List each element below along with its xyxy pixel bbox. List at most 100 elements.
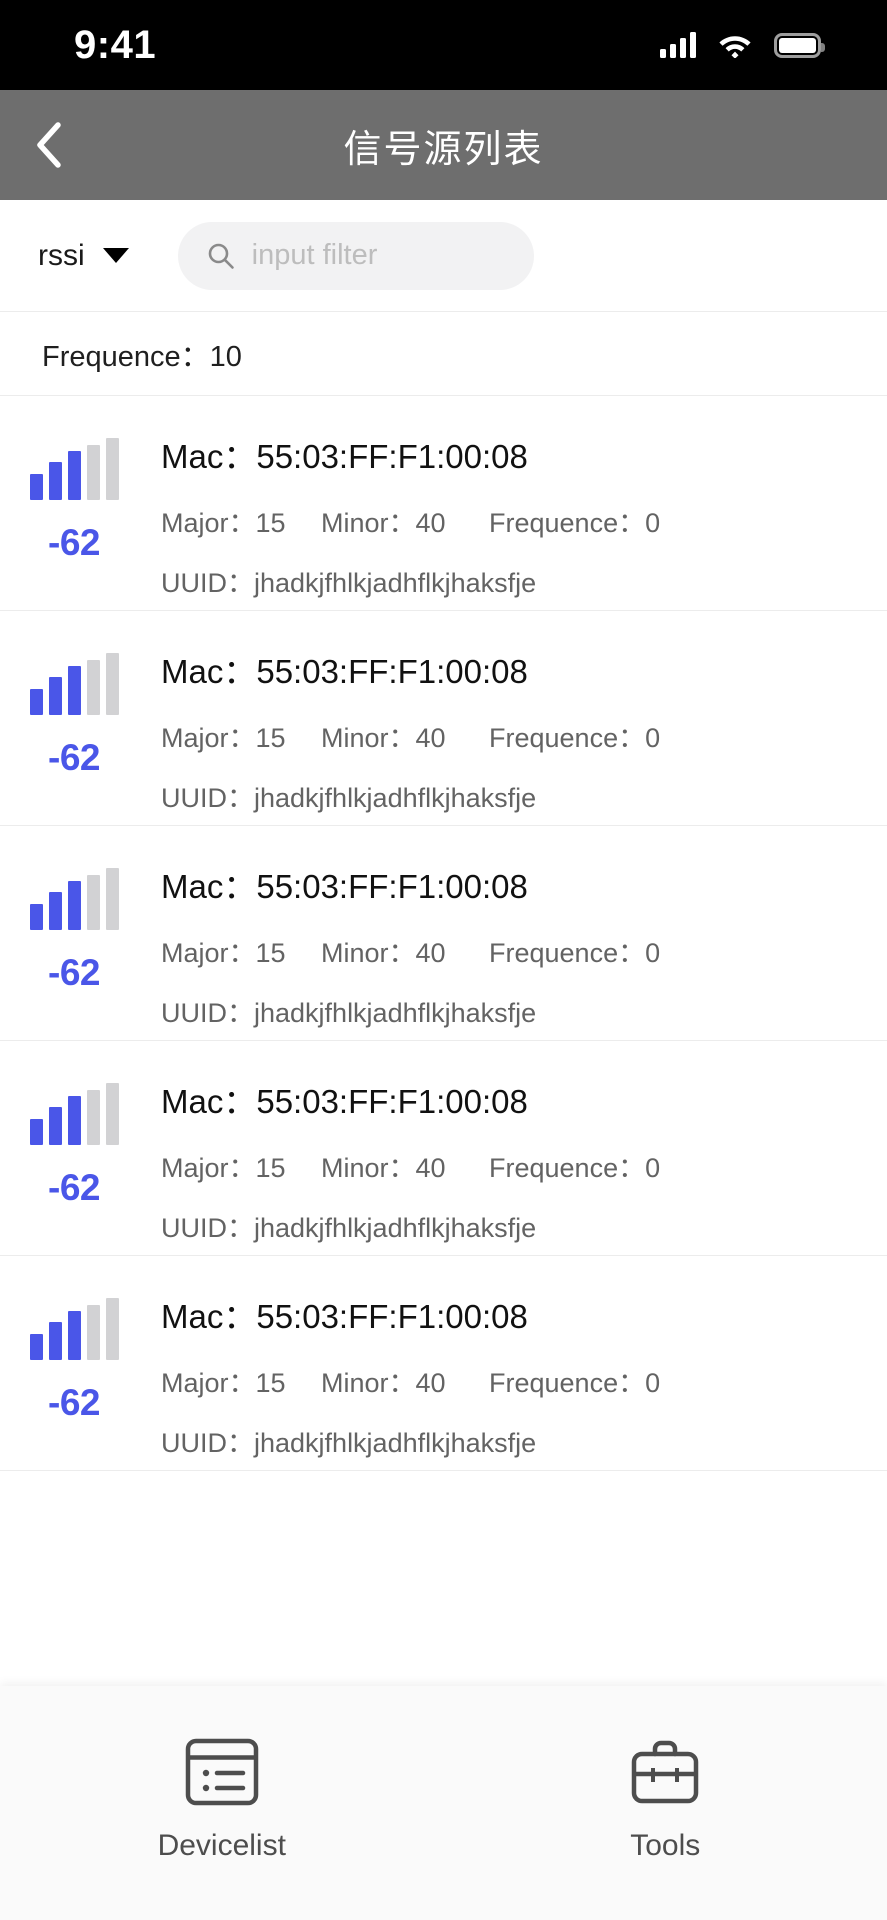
table-row[interactable]: -62 Mac：55:03:FF:F1:00:08 Major：15 Minor…: [0, 611, 887, 826]
device-info: Mac：55:03:FF:F1:00:08 Major：15 Minor：40 …: [148, 860, 887, 1030]
frequence-label: Frequence：: [489, 938, 646, 968]
frequence-value: 0: [645, 1153, 661, 1183]
frequence-value: 0: [645, 1368, 661, 1398]
frequence-field: Frequence：0: [489, 1146, 660, 1185]
uuid-line: UUID：jhadkjfhlkjadhflkjhaksfje: [161, 1206, 857, 1245]
search-input[interactable]: [251, 239, 506, 272]
major-field: Major：15: [161, 716, 321, 755]
major-label: Major：: [161, 938, 256, 968]
mac-label: Mac：: [161, 868, 257, 905]
tab-tools-label: Tools: [630, 1829, 701, 1862]
signal-bars-icon: [29, 1083, 119, 1145]
minor-label: Minor：: [321, 1368, 416, 1398]
search-icon: [208, 243, 234, 269]
mac-value: 55:03:FF:F1:00:08: [256, 438, 528, 475]
sort-field-dropdown[interactable]: rssi: [38, 239, 141, 273]
minor-value: 40: [415, 1368, 446, 1398]
mac-label: Mac：: [161, 1083, 257, 1120]
filter-bar: rssi: [0, 200, 887, 312]
major-value: 15: [255, 1153, 286, 1183]
table-row[interactable]: -62 Mac：55:03:FF:F1:00:08 Major：15 Minor…: [0, 396, 887, 611]
major-value: 15: [255, 723, 286, 753]
toolbox-icon: [628, 1734, 702, 1810]
mac-line: Mac：55:03:FF:F1:00:08: [161, 645, 857, 693]
signal-strength-cell: -62: [0, 430, 148, 564]
signal-strength-cell: -62: [0, 1290, 148, 1424]
major-field: Major：15: [161, 1146, 321, 1185]
major-value: 15: [255, 508, 286, 538]
mac-label: Mac：: [161, 1298, 257, 1335]
uuid-label: UUID：: [161, 998, 254, 1028]
mac-label: Mac：: [161, 653, 257, 690]
rssi-value: -62: [48, 737, 100, 778]
uuid-label: UUID：: [161, 783, 254, 813]
frequence-value: 0: [645, 508, 661, 538]
battery-full-icon: [774, 32, 825, 58]
status-bar-time: 9:41: [74, 22, 157, 67]
rssi-value: -62: [48, 952, 100, 993]
frequence-value: 0: [645, 938, 661, 968]
signal-strength-cell: -62: [0, 860, 148, 994]
mac-line: Mac：55:03:FF:F1:00:08: [161, 1075, 857, 1123]
meta-line: Major：15 Minor：40 Frequence：0: [161, 931, 857, 970]
chevron-left-icon: [37, 122, 61, 168]
signal-strength-cell: -62: [0, 645, 148, 779]
table-row[interactable]: -62 Mac：55:03:FF:F1:00:08 Major：15 Minor…: [0, 826, 887, 1041]
minor-value: 40: [415, 723, 446, 753]
tab-devicelist[interactable]: Devicelist: [0, 1734, 444, 1863]
rssi-value: -62: [48, 1167, 100, 1208]
signal-bars-icon: [29, 1298, 119, 1360]
search-box[interactable]: [177, 221, 534, 290]
mac-line: Mac：55:03:FF:F1:00:08: [161, 430, 857, 478]
table-row[interactable]: -62 Mac：55:03:FF:F1:00:08 Major：15 Minor…: [0, 1256, 887, 1471]
major-label: Major：: [161, 1368, 256, 1398]
major-field: Major：15: [161, 1361, 321, 1400]
frequence-field: Frequence：0: [489, 716, 660, 755]
minor-value: 40: [415, 1153, 446, 1183]
uuid-line: UUID：jhadkjfhlkjadhflkjhaksfje: [161, 561, 857, 600]
minor-field: Minor：40: [321, 931, 489, 970]
minor-value: 40: [415, 508, 446, 538]
uuid-label: UUID：: [161, 568, 254, 598]
uuid-value: jhadkjfhlkjadhflkjhaksfje: [254, 568, 537, 598]
meta-line: Major：15 Minor：40 Frequence：0: [161, 1146, 857, 1185]
uuid-label: UUID：: [161, 1213, 254, 1243]
meta-line: Major：15 Minor：40 Frequence：0: [161, 501, 857, 540]
mac-value: 55:03:FF:F1:00:08: [256, 1298, 528, 1335]
mac-line: Mac：55:03:FF:F1:00:08: [161, 860, 857, 908]
status-bar: 9:41: [0, 0, 887, 90]
table-row[interactable]: -62 Mac：55:03:FF:F1:00:08 Major：15 Minor…: [0, 1041, 887, 1256]
uuid-label: UUID：: [161, 1428, 254, 1458]
uuid-value: jhadkjfhlkjadhflkjhaksfje: [254, 1428, 537, 1458]
signal-bars-icon: [29, 868, 119, 930]
uuid-line: UUID：jhadkjfhlkjadhflkjhaksfje: [161, 1421, 857, 1460]
back-button[interactable]: [0, 90, 96, 200]
rssi-value: -62: [48, 522, 100, 563]
frequence-summary: Frequence：10: [0, 312, 887, 396]
caret-down-icon: [102, 248, 129, 263]
mac-line: Mac：55:03:FF:F1:00:08: [161, 1290, 857, 1338]
cellular-bars-icon: [660, 32, 696, 58]
minor-label: Minor：: [321, 1153, 416, 1183]
mac-label: Mac：: [161, 438, 257, 475]
bottom-tab-bar: Devicelist Tools: [0, 1686, 887, 1920]
device-list-icon: [185, 1734, 259, 1810]
status-bar-icons: [660, 32, 825, 58]
minor-label: Minor：: [321, 938, 416, 968]
major-value: 15: [255, 938, 286, 968]
mac-value: 55:03:FF:F1:00:08: [256, 653, 528, 690]
rssi-value: -62: [48, 1382, 100, 1423]
frequence-label: Frequence：: [489, 508, 646, 538]
minor-field: Minor：40: [321, 1361, 489, 1400]
mac-value: 55:03:FF:F1:00:08: [256, 1083, 528, 1120]
signal-strength-cell: -62: [0, 1075, 148, 1209]
frequence-field: Frequence：0: [489, 931, 660, 970]
major-label: Major：: [161, 508, 256, 538]
uuid-value: jhadkjfhlkjadhflkjhaksfje: [254, 783, 537, 813]
meta-line: Major：15 Minor：40 Frequence：0: [161, 716, 857, 755]
frequence-value: 0: [645, 723, 661, 753]
device-info: Mac：55:03:FF:F1:00:08 Major：15 Minor：40 …: [148, 645, 887, 815]
tab-tools[interactable]: Tools: [444, 1734, 887, 1863]
mac-value: 55:03:FF:F1:00:08: [256, 868, 528, 905]
minor-value: 40: [415, 938, 446, 968]
